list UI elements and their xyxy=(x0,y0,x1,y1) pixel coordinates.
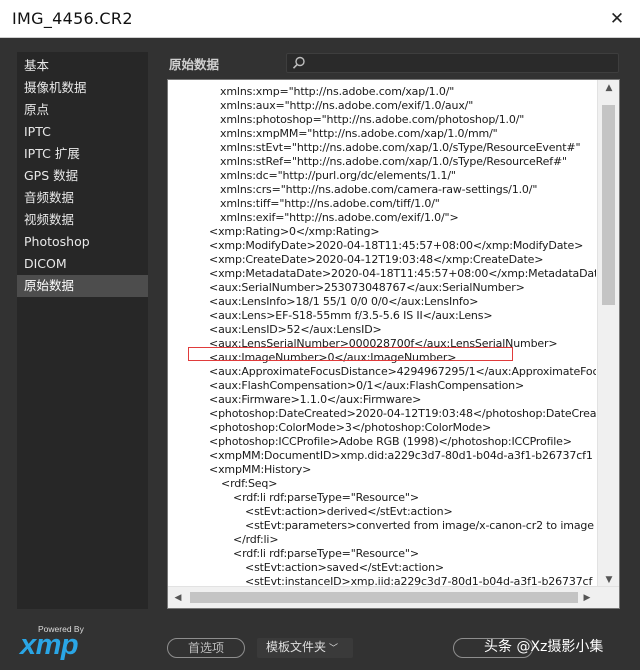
sidebar-item-audio-data[interactable]: 音频数据 xyxy=(17,187,148,209)
xml-line: xmlns:stRef="http://ns.adobe.com/xap/1.0… xyxy=(220,155,567,168)
xml-line: <xmpMM:History> xyxy=(209,463,312,476)
search-input[interactable] xyxy=(309,55,614,71)
search-box[interactable] xyxy=(286,53,619,73)
sidebar-item-dicom[interactable]: DICOM xyxy=(17,253,148,275)
window-title: IMG_4456.CR2 xyxy=(12,9,133,28)
annotation-highlight-box xyxy=(188,347,513,361)
sidebar-item-photoshop[interactable]: Photoshop xyxy=(17,231,148,253)
scroll-left-arrow-icon[interactable]: ◀ xyxy=(170,587,186,608)
xml-line: <rdf:li rdf:parseType="Resource"> xyxy=(233,491,419,504)
xml-line: <aux:Lens>EF-S18-55mm f/3.5-5.6 IS II</a… xyxy=(209,309,493,322)
xml-line: <aux:LensInfo>18/1 55/1 0/0 0/0</aux:Len… xyxy=(209,295,479,308)
xml-line: xmlns:dc="http://purl.org/dc/elements/1.… xyxy=(220,169,456,182)
xml-line: <xmpMM:DocumentID>xmp.did:a229c3d7-80d1-… xyxy=(209,449,593,462)
xml-line: <aux:FlashCompensation>0/1</aux:FlashCom… xyxy=(209,379,525,392)
xml-line: xmlns:crs="http://ns.adobe.com/camera-ra… xyxy=(220,183,538,196)
section-title: 原始数据 xyxy=(169,57,220,72)
vertical-scrollbar[interactable]: ▲ ▼ xyxy=(597,80,619,588)
xml-text-area[interactable]: xmlns:xmp="http://ns.adobe.com/xap/1.0/"… xyxy=(168,80,596,588)
sidebar-item-iptc[interactable]: IPTC xyxy=(17,121,148,143)
xml-line: <xmp:CreateDate>2020-04-12T19:03:48</xmp… xyxy=(209,253,544,266)
xml-line: <stEvt:action>saved</stEvt:action> xyxy=(245,561,444,574)
raw-data-viewer[interactable]: xmlns:xmp="http://ns.adobe.com/xap/1.0/"… xyxy=(167,79,620,609)
xml-line: <photoshop:ICCProfile>Adobe RGB (1998)</… xyxy=(209,435,572,448)
close-button[interactable]: ✕ xyxy=(594,0,640,38)
scroll-right-arrow-icon[interactable]: ▶ xyxy=(579,587,595,608)
sidebar-item-origin[interactable]: 原点 xyxy=(17,99,148,121)
xml-line: <rdf:Seq> xyxy=(221,477,278,490)
xml-line: <xmp:Rating>0</xmp:Rating> xyxy=(209,225,380,238)
xml-line: <aux:LensID>52</aux:LensID> xyxy=(209,323,382,336)
xml-line: <xmp:MetadataDate>2020-04-18T11:45:57+08… xyxy=(209,267,596,280)
sidebar-item-iptc-extension[interactable]: IPTC 扩展 xyxy=(17,143,148,165)
templates-folder-dropdown[interactable]: 模板文件夹 ﹀ xyxy=(257,638,353,658)
xml-line: <stEvt:parameters>converted from image/x… xyxy=(245,519,594,532)
horizontal-scroll-thumb[interactable] xyxy=(190,592,578,603)
scroll-up-arrow-icon[interactable]: ▲ xyxy=(598,80,619,96)
xml-line: xmlns:xmpMM="http://ns.adobe.com/xap/1.0… xyxy=(220,127,498,140)
sidebar-item-camera-data[interactable]: 摄像机数据 xyxy=(17,77,148,99)
xml-line: <aux:Firmware>1.1.0</aux:Firmware> xyxy=(209,393,422,406)
xml-line: <rdf:li rdf:parseType="Resource"> xyxy=(233,547,419,560)
xml-line: <photoshop:DateCreated>2020-04-12T19:03:… xyxy=(209,407,596,420)
category-sidebar: 基本 摄像机数据 原点 IPTC IPTC 扩展 GPS 数据 音频数据 视频数… xyxy=(17,52,148,609)
xml-line: xmlns:photoshop="http://ns.adobe.com/pho… xyxy=(220,113,525,126)
xml-line: <aux:ApproximateFocusDistance>4294967295… xyxy=(209,365,596,378)
chevron-down-icon: ﹀ xyxy=(329,644,339,654)
xml-line: xmlns:exif="http://ns.adobe.com/exif/1.0… xyxy=(220,211,459,224)
xmp-logo: xmp xyxy=(20,629,79,661)
sidebar-item-gps-data[interactable]: GPS 数据 xyxy=(17,165,148,187)
sidebar-item-video-data[interactable]: 视频数据 xyxy=(17,209,148,231)
horizontal-scrollbar[interactable]: ◀ ▶ xyxy=(168,586,619,608)
sidebar-item-basic[interactable]: 基本 xyxy=(17,55,148,77)
search-icon xyxy=(292,56,305,69)
sidebar-item-raw-data[interactable]: 原始数据 xyxy=(17,275,148,297)
xml-line: xmlns:tiff="http://ns.adobe.com/tiff/1.0… xyxy=(220,197,440,210)
xml-line: xmlns:aux="http://ns.adobe.com/exif/1.0/… xyxy=(220,99,474,112)
xml-line: xmlns:stEvt="http://ns.adobe.com/xap/1.0… xyxy=(220,141,581,154)
xml-line: xmlns:xmp="http://ns.adobe.com/xap/1.0/" xyxy=(220,85,455,98)
vertical-scroll-thumb[interactable] xyxy=(602,105,615,305)
xml-line: </rdf:li> xyxy=(233,533,279,546)
templates-folder-label: 模板文件夹 xyxy=(266,640,327,654)
title-bar: IMG_4456.CR2 ✕ xyxy=(0,0,640,38)
xml-line: <aux:SerialNumber>253073048767</aux:Seri… xyxy=(209,281,525,294)
xml-line: <photoshop:ColorMode>3</photoshop:ColorM… xyxy=(209,421,492,434)
xml-line: <xmp:ModifyDate>2020-04-18T11:45:57+08:0… xyxy=(209,239,584,252)
preferences-button[interactable]: 首选项 xyxy=(167,638,245,658)
watermark-text: 头条 @Xz摄影小集 xyxy=(484,639,604,655)
xml-line: <stEvt:action>derived</stEvt:action> xyxy=(245,505,453,518)
